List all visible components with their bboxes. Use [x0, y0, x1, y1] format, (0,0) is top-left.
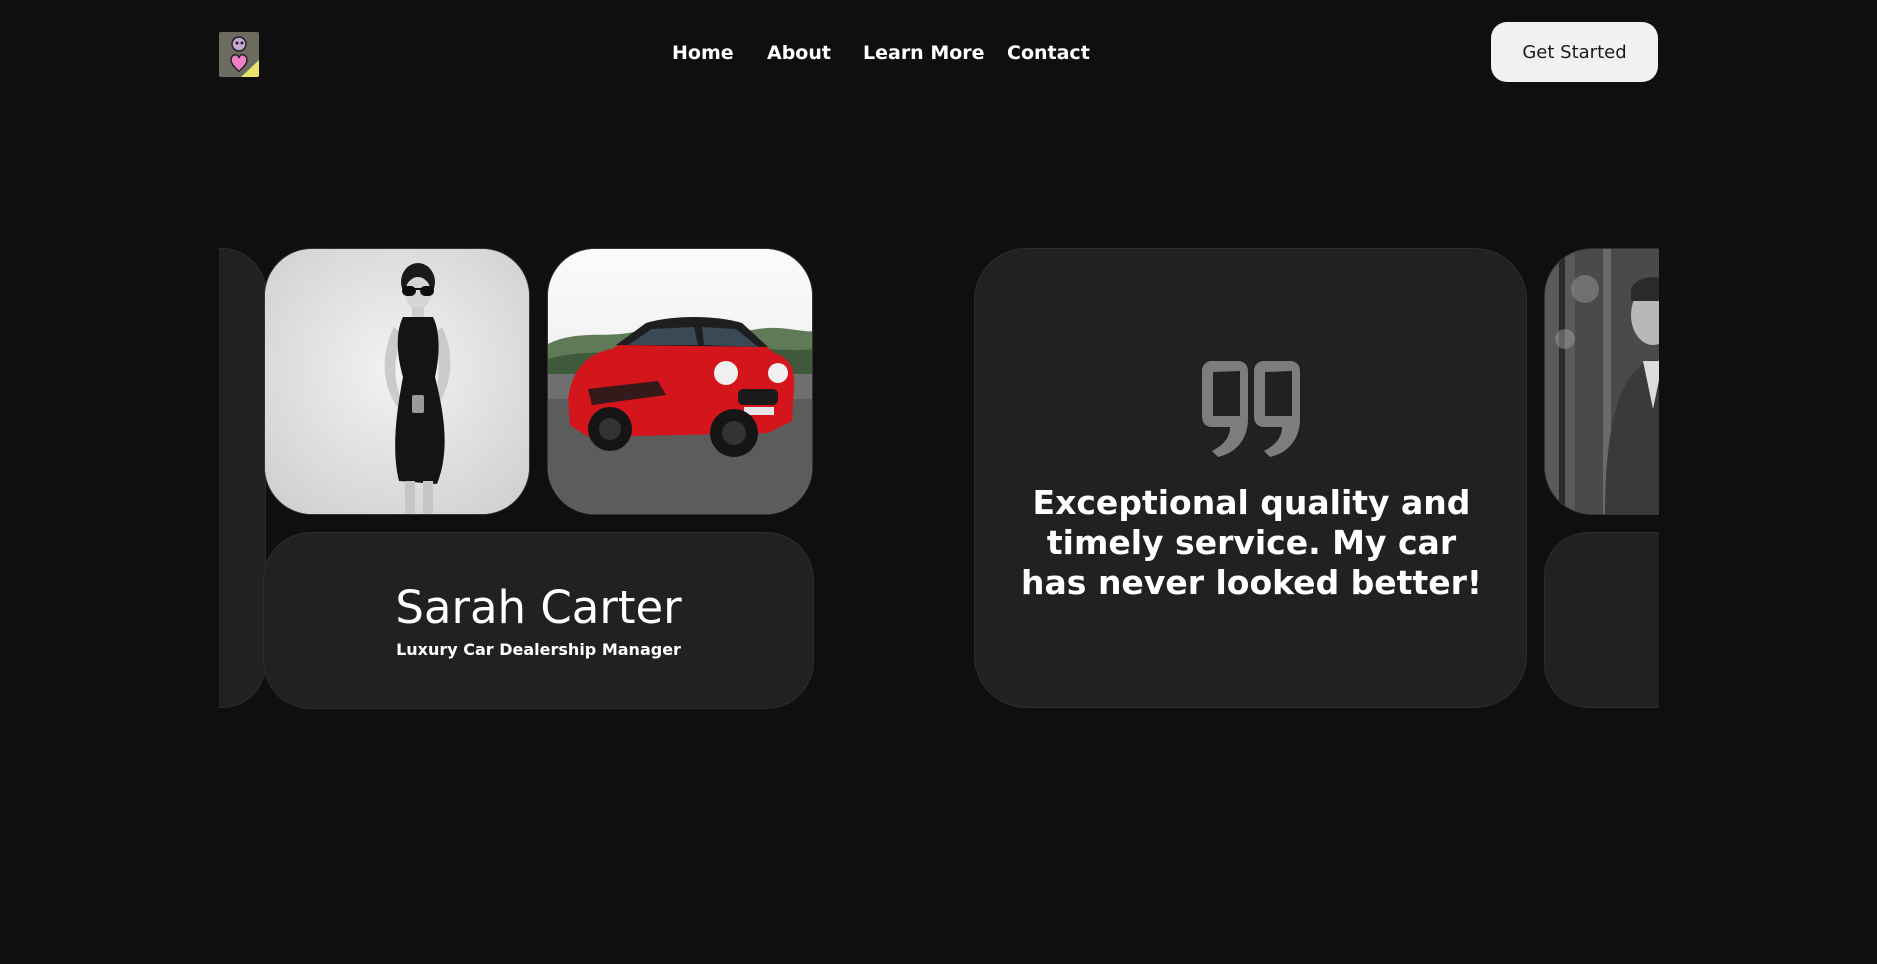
get-started-button[interactable]: Get Started	[1491, 22, 1658, 82]
nav-contact-link[interactable]: Contact	[1007, 40, 1090, 66]
testimonial-carousel[interactable]: Sarah Carter Luxury Car Dealership Manag…	[219, 248, 1659, 710]
quote-mark-icon	[1202, 361, 1300, 457]
author-card: Sarah Carter Luxury Car Dealership Manag…	[263, 532, 814, 709]
testimonial-quote: Exceptional quality and timely service. …	[1021, 483, 1482, 602]
page: Home About Learn More Contact Get Starte…	[0, 0, 1877, 964]
person-name: Sarah Carter	[395, 581, 682, 634]
nav-about-link[interactable]: About	[767, 40, 831, 66]
red-car-photo	[547, 248, 813, 515]
quote-card: Exceptional quality and timely service. …	[974, 248, 1527, 708]
woman-portrait-photo	[264, 248, 530, 515]
nav-learn-more-link[interactable]: Learn More	[863, 40, 985, 66]
next-card-edge[interactable]	[1544, 532, 1659, 708]
nav-home-link[interactable]: Home	[672, 40, 734, 66]
man-portrait-photo	[1544, 248, 1659, 515]
previous-card-edge[interactable]	[219, 248, 266, 708]
person-role: Luxury Car Dealership Manager	[396, 640, 681, 659]
